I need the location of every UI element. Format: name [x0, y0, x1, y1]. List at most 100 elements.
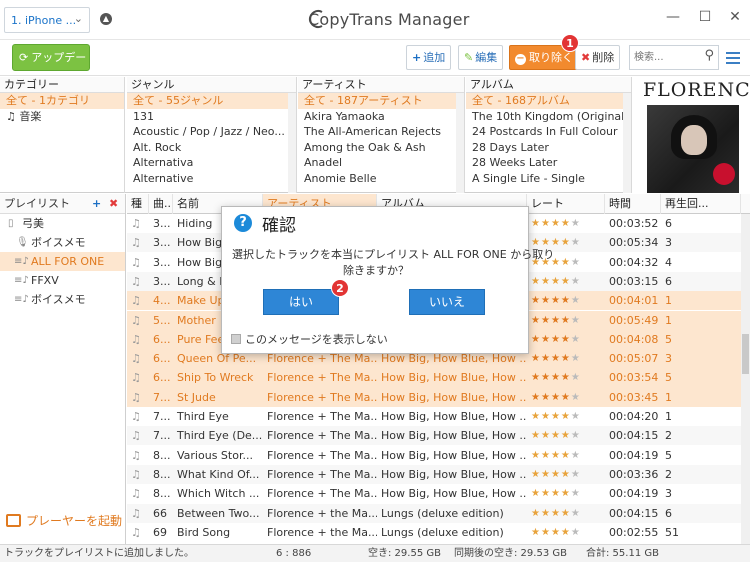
star-icon: ★ [540, 295, 551, 307]
search-icon[interactable]: ⚲ [704, 48, 714, 63]
star-icon: ★ [560, 295, 571, 307]
star-icon: ★ [560, 314, 571, 326]
category-item[interactable]: ♫ 音楽 [0, 109, 124, 125]
star-rating[interactable]: ★★★★★ [527, 349, 605, 368]
artist-item[interactable]: Anadel [298, 155, 464, 171]
star-rating[interactable]: ★★★★★ [527, 214, 605, 233]
star-rating[interactable]: ★★★★★ [527, 272, 605, 291]
star-rating[interactable]: ★★★★★ [527, 291, 605, 310]
eject-icon[interactable]: ▲ [100, 13, 112, 25]
category-item[interactable]: 全て - 1カテゴリ [0, 93, 124, 109]
star-rating[interactable]: ★★★★★ [527, 465, 605, 484]
artist-item[interactable]: Anomie Belle [298, 171, 464, 187]
track-row[interactable]: ♫ 69 Bird Song Florence + the Ma... Lungs (d… [127, 523, 741, 542]
edit-button[interactable]: ✎ 編集 [458, 45, 504, 70]
genre-item[interactable]: 131 [127, 109, 296, 125]
delete-playlist-button[interactable]: ✖ [109, 194, 118, 214]
genre-item[interactable]: 全て - 55ジャンル [127, 93, 296, 109]
track-name: Third Eye (De... [177, 429, 263, 443]
star-icon: ★ [531, 372, 541, 384]
yes-button[interactable]: はい [263, 289, 339, 315]
track-scrollbar[interactable] [741, 214, 750, 544]
playlist-item[interactable]: 🎙︎ ボイスメモ [0, 233, 125, 252]
track-row[interactable]: ♫ 7... St Jude Florence + The Ma... How Big,… [127, 387, 741, 407]
album-item[interactable]: The 10th Kingdom (Original... [466, 109, 631, 125]
category-header: カテゴリー [0, 77, 124, 93]
artist-item[interactable]: The All-American Rejects [298, 124, 464, 140]
star-rating[interactable]: ★★★★★ [527, 446, 605, 465]
playlist-item[interactable]: ≡♪ ALL FOR ONE [0, 252, 125, 271]
track-plays: 1 [665, 294, 672, 308]
star-icon: ★ [531, 449, 541, 461]
column-plays[interactable]: 再生回... [661, 194, 741, 214]
star-icon: ★ [570, 430, 581, 442]
track-album: How Big, How Blue, How ... [381, 467, 527, 481]
track-row[interactable]: ♫ 66 Between Two... Florence + the Ma... Lun… [127, 503, 741, 523]
maximize-button[interactable]: ☐ [694, 6, 716, 28]
star-rating[interactable]: ★★★★★ [527, 407, 605, 426]
album-item[interactable]: A Single Life - Single [466, 171, 631, 187]
star-icon: ★ [570, 372, 581, 384]
track-row[interactable]: ♫ 8... Which Witch ... Florence + The Ma...… [127, 484, 741, 503]
star-rating[interactable]: ★★★★★ [527, 426, 605, 445]
playlist-item-label: ボイスメモ [31, 293, 86, 306]
star-rating[interactable]: ★★★★★ [527, 368, 605, 387]
album-item[interactable]: 28 Days Later [466, 140, 631, 156]
playlist-item[interactable]: ≡♪ ボイスメモ [0, 290, 125, 309]
genre-item[interactable]: Alt. Rock [127, 140, 296, 156]
genre-item[interactable]: Acoustic / Pop / Jazz / Neo... [127, 124, 296, 140]
column-kind[interactable]: 種 [127, 194, 149, 214]
track-row[interactable]: ♫ 7... Third Eye (De... Florence + The Ma..… [127, 426, 741, 446]
artist-item[interactable]: Among the Oak & Ash [298, 140, 464, 156]
album-scrollbar[interactable] [623, 93, 631, 193]
update-button[interactable]: ⟳アップデート [12, 44, 90, 89]
track-no: 4... [153, 294, 171, 308]
close-button[interactable]: ✕ [724, 6, 746, 28]
track-time: 00:04:19 [609, 448, 659, 462]
device-selector[interactable]: 1. iPhone ... ⌄ [4, 7, 90, 33]
artist-item[interactable]: 全て - 187アーティスト [298, 93, 464, 109]
column-track-number[interactable]: 曲... [149, 194, 173, 214]
launch-player-button[interactable]: プレーヤーを起動 [6, 508, 122, 534]
device-name: 1. iPhone ... [11, 14, 77, 27]
minimize-button[interactable]: — [662, 6, 684, 28]
star-icon: ★ [540, 333, 551, 345]
playlist-item[interactable]: ≡♪ FFXV [0, 271, 125, 290]
column-rating[interactable]: レート [527, 194, 605, 214]
track-plays: 3 [665, 487, 672, 501]
track-plays: 3 [665, 236, 672, 250]
no-button[interactable]: いいえ [409, 289, 485, 315]
star-rating[interactable]: ★★★★★ [527, 330, 605, 349]
track-row[interactable]: ♫ 7... Third Eye Florence + The Ma... How Bi… [127, 407, 741, 426]
genre-item[interactable]: Alternative [127, 171, 296, 187]
track-album: How Big, How Blue, How ... [381, 371, 527, 385]
playlist-item[interactable]: ▯ 弓美 [0, 214, 125, 233]
add-playlist-button[interactable]: + [92, 194, 101, 214]
search-input[interactable] [634, 47, 696, 68]
album-item[interactable]: 28 Weeks Later [466, 155, 631, 171]
scrollbar-thumb[interactable] [742, 334, 749, 374]
star-icon: ★ [531, 468, 541, 480]
artist-item[interactable]: Akira Yamaoka [298, 109, 464, 125]
star-rating[interactable]: ★★★★★ [527, 523, 605, 542]
star-rating[interactable]: ★★★★★ [527, 311, 605, 330]
dont-show-checkbox[interactable] [231, 334, 241, 344]
hamburger-menu-icon[interactable] [726, 52, 740, 64]
track-row[interactable]: ♫ 8... Various Stor... Florence + The Ma...… [127, 446, 741, 465]
column-time[interactable]: 時間 [605, 194, 661, 214]
add-button[interactable]: + 追加 [406, 45, 452, 70]
track-row[interactable]: ♫ 8... What Kind Of... Florence + The Ma...… [127, 464, 741, 485]
star-icon: ★ [531, 218, 541, 229]
album-item[interactable]: 24 Postcards In Full Colour [466, 124, 631, 140]
artist-scrollbar[interactable] [456, 93, 464, 193]
star-rating[interactable]: ★★★★★ [527, 388, 605, 407]
star-rating[interactable]: ★★★★★ [527, 484, 605, 503]
star-rating[interactable]: ★★★★★ [527, 504, 605, 523]
genre-scrollbar[interactable] [288, 93, 296, 193]
delete-button[interactable]: ✖ 削除 [575, 45, 621, 70]
album-item[interactable]: 全て - 168アルバム [466, 93, 631, 109]
track-row[interactable]: ♫ 6... Ship To Wreck Florence + The Ma... Ho… [127, 368, 741, 388]
genre-item[interactable]: Alternativa [127, 155, 296, 171]
track-time: 00:04:19 [609, 487, 659, 501]
playlist-item-label: ALL FOR ONE [31, 255, 105, 268]
